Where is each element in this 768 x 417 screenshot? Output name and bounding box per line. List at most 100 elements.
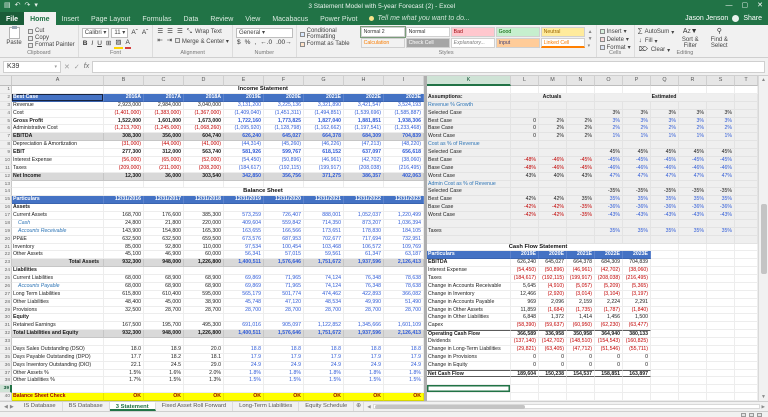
cell[interactable] bbox=[707, 322, 735, 330]
year-header-cell[interactable]: 12/31/2017 bbox=[144, 196, 184, 204]
cell[interactable]: 3% bbox=[707, 110, 735, 118]
merge-center-button[interactable]: Merge & Center ▾ bbox=[175, 38, 229, 45]
cell[interactable] bbox=[623, 220, 651, 228]
row-label[interactable]: Change in Inventory bbox=[427, 291, 511, 299]
row-label[interactable]: Change in Accounts Payable bbox=[427, 299, 511, 307]
cell[interactable] bbox=[735, 110, 758, 118]
cell[interactable]: 684,309 bbox=[595, 259, 623, 267]
cell[interactable] bbox=[623, 377, 651, 385]
cell[interactable]: 637,097 bbox=[344, 149, 384, 157]
cell[interactable]: 18.8 bbox=[384, 346, 424, 354]
column-header-M[interactable]: M bbox=[539, 76, 567, 86]
cell[interactable]: 645,027 bbox=[539, 259, 567, 267]
cell[interactable]: -35% bbox=[707, 188, 735, 196]
cell[interactable] bbox=[707, 141, 735, 149]
cell[interactable] bbox=[567, 188, 595, 196]
row-header-1[interactable]: 1 bbox=[0, 86, 12, 94]
cell[interactable]: 2,923,000 bbox=[104, 102, 144, 110]
cell[interactable]: 17.9 bbox=[344, 354, 384, 362]
grow-font-button[interactable]: Aˆ bbox=[130, 29, 139, 37]
cell[interactable]: 3,321,890 bbox=[304, 102, 344, 110]
column-header-E[interactable]: E bbox=[224, 76, 264, 86]
cell[interactable]: (60,950) bbox=[567, 322, 595, 330]
ribbon-tab-data[interactable]: Data bbox=[178, 12, 205, 25]
cell[interactable]: 312,000 bbox=[144, 149, 184, 157]
cell[interactable]: 0 bbox=[539, 354, 567, 362]
cell[interactable] bbox=[12, 385, 104, 393]
cell[interactable]: (45,260) bbox=[264, 141, 304, 149]
cell[interactable] bbox=[651, 267, 679, 275]
cell[interactable] bbox=[511, 141, 539, 149]
cell[interactable]: 47% bbox=[595, 173, 623, 181]
cell[interactable]: (55,711) bbox=[623, 346, 651, 354]
cell[interactable]: 45% bbox=[623, 149, 651, 157]
cell[interactable]: 184,105 bbox=[384, 228, 424, 236]
assumption-section-label[interactable]: Admin Cost as % of Revenue bbox=[427, 181, 511, 189]
cell[interactable]: 0 bbox=[511, 354, 539, 362]
cell[interactable] bbox=[735, 259, 758, 267]
cell[interactable] bbox=[104, 385, 144, 393]
cell[interactable]: 74,124 bbox=[304, 283, 344, 291]
cell[interactable]: 1.5% bbox=[144, 377, 184, 385]
row-header-10[interactable]: 10 bbox=[0, 157, 12, 165]
horizontal-scrollbar[interactable]: ◀ ▶ bbox=[363, 402, 768, 411]
sheet-tab-equity-schedule[interactable]: Equity Schedule bbox=[299, 402, 354, 411]
cell[interactable]: 1,122,852 bbox=[304, 322, 344, 330]
cell[interactable]: 618,152 bbox=[304, 149, 344, 157]
cell[interactable] bbox=[184, 181, 224, 189]
case-selector-cell[interactable]: Particulars bbox=[12, 196, 104, 204]
cell[interactable] bbox=[511, 228, 539, 236]
cell[interactable]: 626,240 bbox=[511, 259, 539, 267]
cell-style-linked-cell[interactable]: Linked Cell bbox=[541, 38, 585, 48]
assumption-row-label[interactable]: Selected Case bbox=[427, 149, 511, 157]
cell[interactable]: 103,468 bbox=[304, 244, 344, 252]
cell[interactable]: 1.8% bbox=[304, 370, 344, 378]
cell[interactable]: (65,000) bbox=[144, 157, 184, 165]
cell[interactable]: 2% bbox=[567, 133, 595, 141]
cf-header-label[interactable]: Particulars bbox=[427, 251, 511, 259]
row-header-38[interactable]: 38 bbox=[0, 377, 12, 385]
cell[interactable] bbox=[539, 188, 567, 196]
cell[interactable]: 0 bbox=[623, 354, 651, 362]
row-label[interactable]: Cost bbox=[12, 110, 104, 118]
cell[interactable]: 24.5 bbox=[144, 362, 184, 370]
number-format-select[interactable]: General ▾ bbox=[236, 28, 293, 38]
cell[interactable]: 63,187 bbox=[384, 251, 424, 259]
cell[interactable] bbox=[144, 314, 184, 322]
cell[interactable]: 2% bbox=[539, 118, 567, 126]
cell[interactable]: -45% bbox=[707, 157, 735, 165]
row-label[interactable]: EBIT bbox=[12, 149, 104, 157]
cell[interactable]: (137,140) bbox=[511, 338, 539, 346]
cell[interactable]: (160,825) bbox=[623, 338, 651, 346]
cell[interactable]: -45% bbox=[567, 165, 595, 173]
cell[interactable]: 0 bbox=[567, 362, 595, 370]
sheet-tab-fixed-asset-roll-forward[interactable]: Fixed Asset Roll Forward bbox=[156, 402, 233, 411]
cell-style-neutral[interactable]: Neutral bbox=[541, 27, 585, 37]
gallery-down-icon[interactable]: ▼ bbox=[588, 36, 593, 42]
cell[interactable]: 68,900 bbox=[184, 275, 224, 283]
cell[interactable]: 2,096 bbox=[539, 299, 567, 307]
cell[interactable] bbox=[623, 86, 651, 94]
cell[interactable] bbox=[539, 149, 567, 157]
cell[interactable]: 1,522,000 bbox=[104, 118, 144, 126]
row-header-23[interactable]: 23 bbox=[0, 259, 12, 267]
cell[interactable]: 45% bbox=[595, 149, 623, 157]
cell[interactable] bbox=[264, 181, 304, 189]
year-header-cell[interactable]: 12/31/2020 bbox=[264, 196, 304, 204]
cell[interactable]: -45% bbox=[679, 157, 707, 165]
cell[interactable]: 45,748 bbox=[224, 299, 264, 307]
redo-icon[interactable]: ↷ bbox=[25, 1, 31, 11]
cell[interactable]: -48% bbox=[511, 165, 539, 173]
row-header-4[interactable]: 4 bbox=[0, 110, 12, 118]
cell[interactable] bbox=[735, 338, 758, 346]
row-header-9[interactable]: 9 bbox=[0, 149, 12, 157]
cell[interactable]: 2% bbox=[595, 125, 623, 133]
row-header-16[interactable]: 16 bbox=[0, 204, 12, 212]
cell[interactable] bbox=[707, 362, 735, 370]
row-header-15[interactable]: 15 bbox=[0, 196, 12, 204]
cell[interactable]: 76,348 bbox=[344, 275, 384, 283]
cell[interactable] bbox=[651, 322, 679, 330]
cell-style-normal-2[interactable]: Normal 2 bbox=[361, 27, 405, 37]
horizontal-scroll-thumb[interactable] bbox=[375, 405, 525, 409]
borders-button[interactable]: ⊞ bbox=[105, 40, 112, 48]
